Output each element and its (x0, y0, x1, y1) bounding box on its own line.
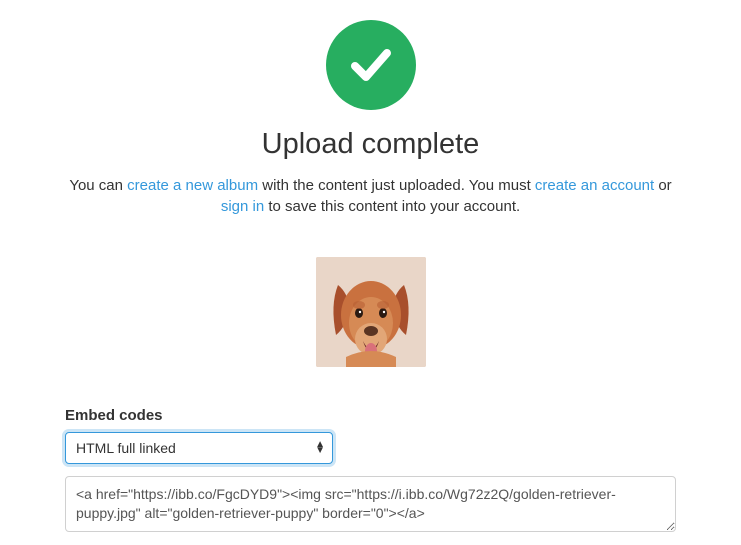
embed-format-select[interactable]: HTML full linked (65, 432, 333, 464)
success-check-icon (326, 20, 416, 110)
subtitle-suffix: to save this content into your account. (264, 198, 520, 215)
uploaded-image-thumbnail[interactable] (316, 257, 426, 367)
subtitle-mid2: or (654, 177, 672, 194)
create-account-link[interactable]: create an account (535, 177, 654, 194)
sign-in-link[interactable]: sign in (221, 198, 264, 215)
create-album-link[interactable]: create a new album (127, 177, 258, 194)
embed-code-textarea[interactable] (65, 476, 676, 532)
embed-codes-label: Embed codes (65, 407, 676, 424)
page-title: Upload complete (65, 128, 676, 161)
subtitle-prefix: You can (69, 177, 127, 194)
subtitle-text: You can create a new album with the cont… (65, 175, 676, 217)
subtitle-mid1: with the content just uploaded. You must (258, 177, 535, 194)
